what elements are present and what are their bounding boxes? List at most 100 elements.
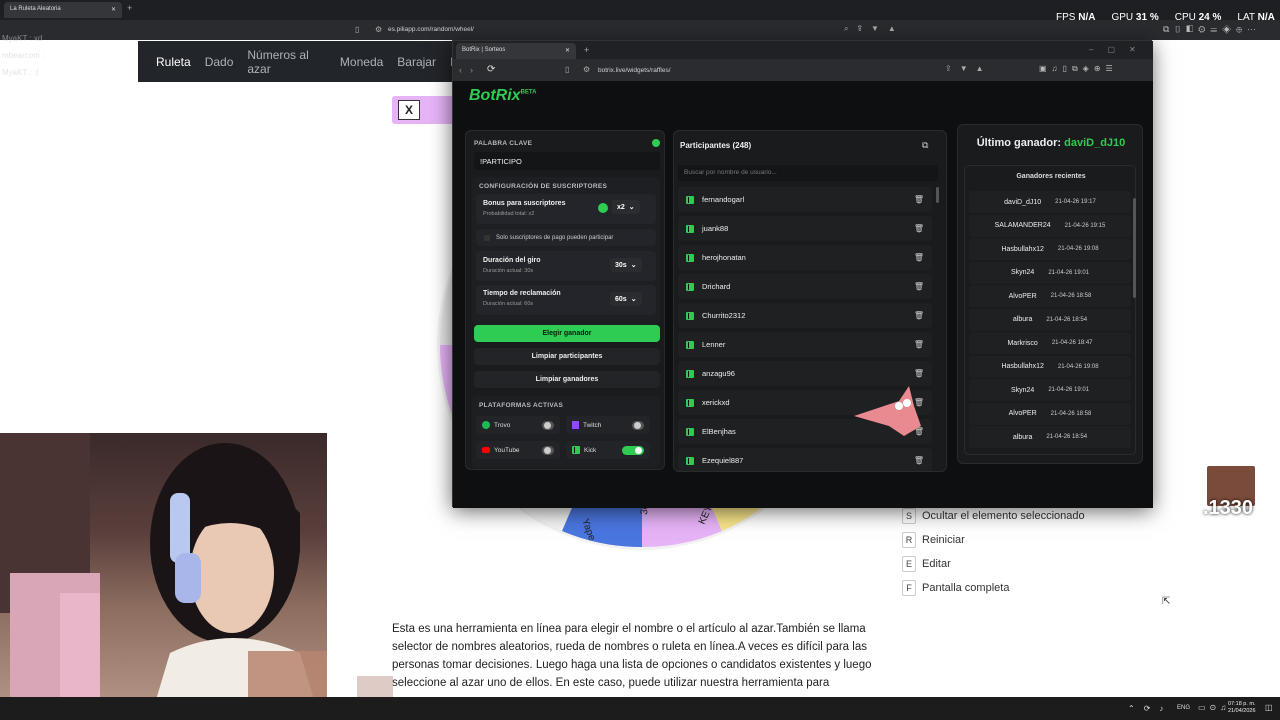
copy-icon[interactable]: ⧉ <box>922 140 928 151</box>
shortcut-fullscreen[interactable]: F Pantalla completa <box>902 580 1085 596</box>
clear-winners-button[interactable]: Limpiar ganadores <box>474 371 660 388</box>
bonus-dropdown[interactable]: x2 ⌄ <box>612 200 640 214</box>
participant-name: Churrito2312 <box>702 311 746 320</box>
scrollbar[interactable] <box>936 187 939 203</box>
close-icon[interactable]: ✕ <box>111 6 116 14</box>
background-url[interactable]: es.piliapp.com/random/wheel/ <box>388 26 474 33</box>
nav-numeros[interactable]: Números al azar <box>247 48 326 76</box>
participant-search-input[interactable]: Buscar por nombre de usuario... <box>678 165 938 181</box>
chat-overlay: MyaKT : xd mbearcom : MyaKT : :( <box>2 30 44 81</box>
trovo-icon <box>482 421 490 429</box>
winners-panel: Último ganador: daviD_dJ10 Ganadores rec… <box>957 124 1143 464</box>
scrollbar[interactable] <box>1133 198 1136 298</box>
claim-dropdown[interactable]: 60s ⌄ <box>610 292 642 306</box>
bonus-title: Bonus para suscriptores <box>483 200 566 207</box>
info-icon[interactable] <box>598 203 608 213</box>
winner-date: 21-04-26 18:54 <box>1046 316 1088 323</box>
toolbar-icons[interactable]: ⧉▯◧⚙☰◈⊕⋯ <box>1163 24 1261 35</box>
info-icon[interactable] <box>652 139 660 147</box>
address-bar-icons[interactable]: ⌕⇪▼▲ <box>844 24 905 34</box>
window-controls[interactable]: –▢✕ <box>1089 45 1150 54</box>
winner-date: 21-04-26 19:08 <box>1057 363 1099 370</box>
participants-panel: Participantes (248) ⧉ Buscar por nombre … <box>673 130 947 472</box>
tray-clock[interactable]: 07:18 p. m. 21/04/2026 <box>1228 701 1256 715</box>
shortcut-reset[interactable]: R Reiniciar <box>902 532 1085 548</box>
tray-lang[interactable]: ENG <box>1177 705 1190 711</box>
toolbar-icons[interactable]: ▣♫▯⧉◈⊕☰ <box>1039 64 1118 74</box>
winner-date: 21-04-26 19:01 <box>1048 387 1090 393</box>
youtube-toggle[interactable] <box>542 445 554 455</box>
site-info-icon[interactable]: ⚙ <box>583 65 590 74</box>
trash-icon[interactable]: 🗑 <box>914 369 924 378</box>
star-sticker-icon <box>854 386 921 436</box>
nav-arrows[interactable]: ‹› <box>459 65 481 75</box>
platform-kick[interactable]: Kick <box>566 441 650 459</box>
trash-icon[interactable]: 🗑 <box>914 195 924 204</box>
recent-winners-box: Ganadores recientes daviD_dJ10 21-04-26 1… <box>964 165 1136 455</box>
participant-row[interactable]: herojhonatan 🗑 <box>678 245 932 270</box>
clear-participants-button[interactable]: Limpiar participantes <box>474 348 660 365</box>
platform-youtube[interactable]: YouTube <box>476 441 560 459</box>
nav-moneda[interactable]: Moneda <box>340 55 383 69</box>
participant-row[interactable]: Drichard 🗑 <box>678 274 932 299</box>
participant-row[interactable]: juank88 🗑 <box>678 216 932 241</box>
bookmark-icon[interactable]: ▯ <box>355 25 359 34</box>
winner-name: Skyn24 <box>1010 269 1035 276</box>
only-paid-subs-row[interactable]: Solo suscriptores de pago pueden partici… <box>476 229 656 246</box>
trash-icon[interactable]: 🗑 <box>914 456 924 465</box>
shortcut-hide[interactable]: S Ocultar el elemento seleccionado <box>902 508 1085 524</box>
botrix-tab[interactable]: BotRix | Sorteos ✕ <box>456 43 576 59</box>
winner-name: albura <box>1012 433 1033 441</box>
reload-icon[interactable]: ⟳ <box>487 64 495 75</box>
participant-row[interactable]: Churrito2312 🗑 <box>678 303 932 328</box>
nav-dado[interactable]: Dado <box>205 55 234 69</box>
new-tab-icon[interactable]: + <box>127 3 132 13</box>
platform-trovo[interactable]: Trovo <box>476 416 560 434</box>
pick-winner-button[interactable]: Elegir ganador <box>474 325 660 342</box>
lat-readout: LAT N/A <box>1237 12 1275 23</box>
checkbox[interactable] <box>484 234 490 241</box>
trovo-toggle[interactable] <box>542 420 554 430</box>
bookmark-icon[interactable]: ▯ <box>565 65 569 74</box>
settings-panel: PALABRA CLAVE !PARTICIPO CONFIGURACIÓN D… <box>465 130 665 470</box>
shortcut-edit[interactable]: E Editar <box>902 556 1085 572</box>
kick-icon <box>686 311 694 320</box>
key-cap: E <box>902 556 916 572</box>
kick-toggle[interactable] <box>622 445 644 455</box>
keyword-input[interactable]: !PARTICIPO <box>474 152 660 170</box>
trash-icon[interactable]: 🗑 <box>914 311 924 320</box>
botrix-logo[interactable]: BotRixBETA <box>469 87 536 105</box>
participant-row[interactable]: Ezequiel887 🗑 <box>678 448 932 471</box>
notification-icon[interactable]: ◫ <box>1265 703 1273 712</box>
participant-row[interactable]: fernandogarl 🗑 <box>678 187 932 212</box>
botrix-url[interactable]: botrix.live/widgets/raffles/ <box>598 67 671 74</box>
trash-icon[interactable]: 🗑 <box>914 253 924 262</box>
nav-barajar[interactable]: Barajar <box>397 55 436 69</box>
spin-dropdown[interactable]: 30s ⌄ <box>610 258 642 272</box>
chat-message: mbearcom : <box>2 51 45 60</box>
close-icon[interactable]: ✕ <box>565 47 570 55</box>
winner-date: 21-04-26 18:47 <box>1051 340 1093 346</box>
site-info-icon[interactable]: ⚙ <box>375 25 382 34</box>
tray-icons[interactable]: ⌃⟳♪ <box>1128 704 1172 713</box>
participant-name: anzagu96 <box>702 369 735 378</box>
nav-ruleta[interactable]: Ruleta <box>156 55 191 69</box>
address-bar-icons[interactable]: ⇪▼▲ <box>945 64 992 73</box>
background-tab[interactable]: La Ruleta Aleatoria ✕ <box>4 2 122 18</box>
participant-row[interactable]: Lenner 🗑 <box>678 332 932 357</box>
kick-icon <box>686 282 694 291</box>
recent-winners-title: Ganadores recientes <box>1016 173 1086 180</box>
participants-title: Participantes (248) <box>680 141 752 150</box>
spin-duration-row: Duración del giro Duración actual: 30s 3… <box>476 251 656 281</box>
platform-twitch[interactable]: Twitch <box>566 416 650 434</box>
twitch-toggle[interactable] <box>632 420 644 430</box>
trash-icon[interactable]: 🗑 <box>914 282 924 291</box>
tray-system-icons[interactable]: ▭⊙♫ <box>1198 703 1230 712</box>
platforms-label: PLATAFORMAS ACTIVAS <box>479 402 564 409</box>
trash-icon[interactable]: 🗑 <box>914 340 924 349</box>
new-tab-icon[interactable]: + <box>584 45 589 55</box>
shortcut-label: Ocultar el elemento seleccionado <box>922 510 1085 522</box>
trash-icon[interactable]: 🗑 <box>914 224 924 233</box>
close-button[interactable]: X <box>398 100 420 120</box>
kick-icon <box>686 195 694 204</box>
